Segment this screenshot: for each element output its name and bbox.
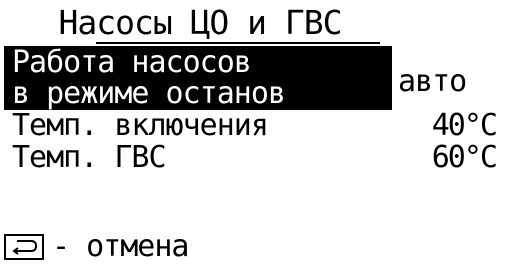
- menu-item-pump-stop-mode[interactable]: Работа насосов в режиме останов: [4, 46, 392, 110]
- screen-title: Насосы ЦО и ГВС: [58, 3, 342, 42]
- menu-item-switch-on-temp[interactable]: Темп. включения: [12, 110, 269, 142]
- menu-item-label-line1: Работа насосов: [12, 45, 252, 80]
- footer-cancel-hint[interactable]: - отмена: [4, 230, 189, 264]
- menu-item-dhw-temp[interactable]: Темп. ГВС: [12, 142, 167, 174]
- cancel-label: - отмена: [52, 229, 189, 264]
- switch-on-temp-value[interactable]: 40°C: [432, 110, 498, 142]
- pump-stop-mode-value[interactable]: авто: [398, 66, 467, 98]
- back-arrow-icon[interactable]: [4, 234, 44, 260]
- dhw-temp-value[interactable]: 60°C: [432, 142, 498, 174]
- title-underline: [96, 42, 380, 44]
- menu-item-label-line2: в режиме останов: [12, 76, 286, 111]
- controller-screen: Насосы ЦО и ГВС Работа насосов в режиме …: [0, 0, 516, 267]
